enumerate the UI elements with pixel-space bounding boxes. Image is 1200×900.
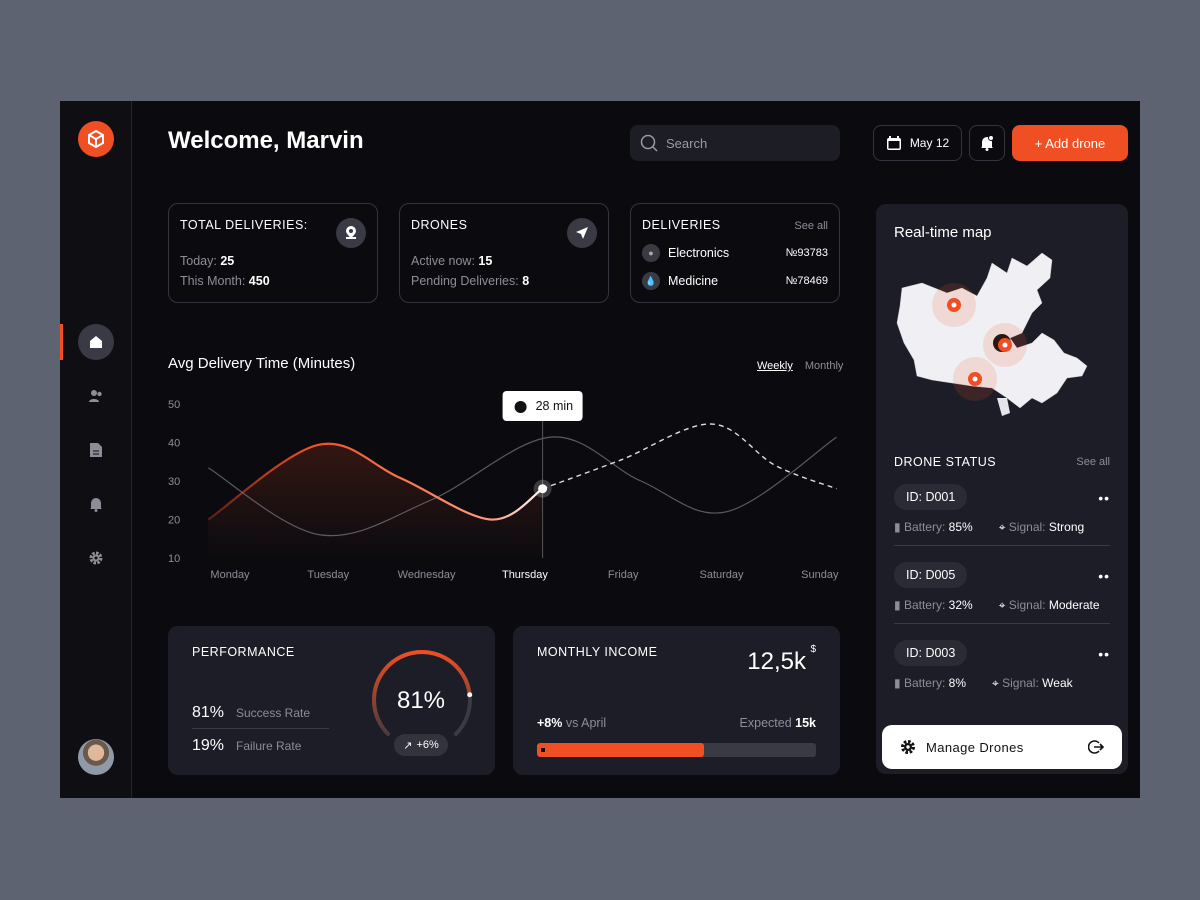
signal-stat: ⌖ Signal: Weak — [992, 676, 1073, 690]
more-options-icon[interactable]: •• — [1098, 646, 1110, 662]
drone-status-item[interactable]: ID: D005 •• ▮ Battery: 32% ⌖ Signal: Moder… — [894, 562, 1110, 624]
panel-title: PERFORMANCE — [192, 645, 295, 659]
drone-status-item[interactable]: ID: D001 •• ▮ Battery: 85% ⌖ Signal: Stron… — [894, 484, 1110, 546]
avatar[interactable] — [78, 739, 114, 775]
success-label: Success Rate — [236, 706, 311, 720]
tooltip-label: 28 min — [536, 399, 574, 413]
logout-icon — [1088, 740, 1104, 754]
divider — [894, 623, 1110, 624]
date-label: May 12 — [909, 136, 950, 150]
failure-value: 19% — [192, 737, 225, 754]
divider — [894, 545, 1110, 546]
x-tick-label: Wednesday — [398, 569, 456, 581]
drone-status-title: DRONE STATUS — [894, 455, 997, 469]
add-drone-button[interactable]: + Add drone — [1012, 125, 1128, 161]
drone-status-item[interactable]: ID: D003 •• ▮ Battery: 8% ⌖ Signal: Weak — [894, 640, 1110, 691]
crosshair-icon: ⌖ — [992, 676, 999, 690]
crosshair-icon: ⌖ — [998, 520, 1006, 534]
map-pin-icon[interactable] — [983, 323, 1027, 367]
income-progress-fill — [537, 743, 705, 757]
battery-stat: ▮ Battery: 32% — [894, 598, 973, 612]
manage-drones-button[interactable]: Manage Drones — [882, 725, 1122, 769]
signal-stat: ⌖ Signal: Strong — [998, 520, 1085, 534]
see-all-link[interactable]: See all — [1076, 456, 1110, 468]
drone-id-badge: ID: D005 — [894, 562, 968, 588]
gauge-marker — [467, 692, 473, 698]
gauge-value: 81% — [396, 687, 446, 714]
signal-stat: ⌖ Signal: Moderate — [998, 598, 1100, 612]
highlight-point[interactable] — [538, 484, 548, 494]
y-tick-label: 40 — [168, 438, 180, 450]
x-tick-label: Saturday — [699, 569, 744, 581]
income-progress — [537, 743, 816, 757]
x-tick-label: Tuesday — [307, 569, 349, 581]
y-tick-label: 30 — [168, 476, 180, 488]
battery-icon: ▮ — [894, 676, 901, 690]
crosshair-icon: ⌖ — [998, 598, 1006, 612]
x-tick-label: Sunday — [801, 569, 839, 581]
battery-icon: ▮ — [894, 520, 901, 534]
real-time-map[interactable] — [892, 248, 1112, 418]
y-tick-label: 10 — [168, 553, 180, 565]
income-expected: Expected 15k — [739, 716, 816, 730]
series-current-area — [208, 443, 543, 558]
battery-stat: ▮ Battery: 85% — [894, 520, 973, 534]
x-tick-label: Monday — [210, 569, 250, 581]
battery-icon: ▮ — [894, 598, 901, 612]
calendar-icon — [886, 136, 901, 150]
income-value: 12,5k — [747, 648, 806, 675]
delivery-time-chart: 50 40 30 20 10 Monday Tuesday Wednesday Thursday… — [168, 391, 839, 581]
series-current-forecast-line — [542, 423, 837, 490]
panel-title: MONTHLY INCOME — [537, 645, 658, 659]
y-tick-label: 50 — [168, 399, 180, 411]
map-pin-icon[interactable] — [953, 357, 997, 401]
more-options-icon[interactable]: •• — [1098, 568, 1110, 584]
performance-panel: PERFORMANCE 81% Success Rate 19% Failure… — [168, 626, 495, 775]
drone-id-badge: ID: D003 — [894, 640, 968, 666]
x-tick-label: Friday — [608, 569, 639, 581]
trend-badge: ↗ +6% — [394, 734, 448, 756]
currency: $ — [810, 644, 816, 655]
success-value: 81% — [192, 704, 225, 721]
map-pin-icon[interactable] — [932, 283, 976, 327]
divider — [192, 728, 329, 729]
notifications-button[interactable] — [969, 125, 1005, 161]
stopwatch-icon — [514, 401, 527, 413]
app-window: Welcome, Marvin Search May 12 + Add dron… — [60, 101, 1140, 798]
gear-icon — [901, 740, 915, 754]
monthly-income-panel: MONTHLY INCOME 12,5k $ +8% vs April Expe… — [513, 626, 840, 775]
income-change: +8% vs April — [537, 716, 607, 730]
map-title: Real-time map — [894, 224, 992, 241]
battery-stat: ▮ Battery: 8% — [894, 676, 966, 690]
right-panel: Real-time map DRONE STATUS See all ID: D… — [876, 204, 1128, 774]
failure-label: Failure Rate — [236, 739, 302, 753]
bell-icon — [981, 135, 994, 151]
trend-up-icon: ↗ — [403, 739, 413, 752]
y-tick-label: 20 — [168, 515, 180, 527]
date-button[interactable]: May 12 — [873, 125, 962, 161]
more-options-icon[interactable]: •• — [1098, 490, 1110, 506]
drone-id-badge: ID: D001 — [894, 484, 968, 510]
x-tick-label: Thursday — [502, 569, 548, 581]
